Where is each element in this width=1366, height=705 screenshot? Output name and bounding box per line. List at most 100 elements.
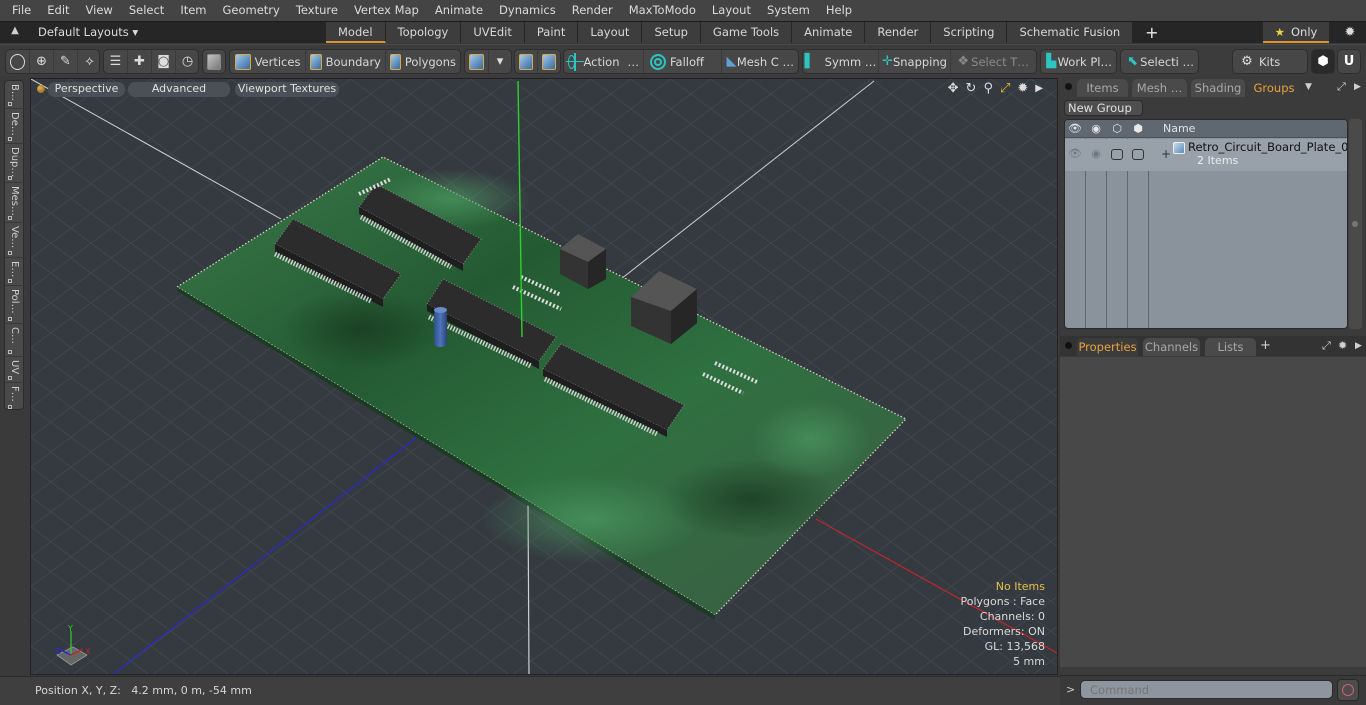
expand-right-icon[interactable]: ▶ [1035,81,1043,97]
default-layouts-dropdown[interactable]: Default Layouts ▾ [38,22,138,43]
maximize-icon[interactable]: ⤢ [1000,81,1010,97]
material-button[interactable] [465,50,489,73]
shading-mode-button[interactable]: Advanced [128,82,230,97]
boundary-button[interactable]: Boundary [306,50,386,73]
menu-texture[interactable]: Texture [288,0,346,21]
new-group-button[interactable]: New Group [1064,100,1143,116]
vtab-vertex[interactable]: Ve… [5,223,25,258]
row-lock-toggle[interactable] [1111,149,1123,160]
tab-items[interactable]: Items [1077,79,1128,97]
menu-edit[interactable]: Edit [39,0,77,21]
polygons-button[interactable]: Polygons [386,50,460,73]
stack-button[interactable]: ☰ [104,50,128,73]
mesh-constraint-button[interactable]: ◣ Mesh C … [722,50,798,73]
clock-button[interactable]: ◷ [176,50,199,73]
panel-expand-icon[interactable]: ▶ [1355,338,1362,354]
lasso-button[interactable]: ⟡ [78,50,101,73]
falloff-button[interactable]: Falloff [644,50,722,73]
vtab-mesh-edit[interactable]: Mes… [5,183,25,223]
tab-mesh[interactable]: Mesh … [1132,79,1187,97]
vtab-fusion[interactable]: F… [5,383,25,411]
tab-channels[interactable]: Channels [1143,338,1200,356]
record-macro-button[interactable] [1337,679,1359,701]
row-render-camera-icon[interactable]: ◉ [1086,147,1106,160]
menu-help[interactable]: Help [818,0,860,21]
tab-schematic-fusion[interactable]: Schematic Fusion [1007,22,1134,43]
row-visibility-eye-icon[interactable]: 👁 [1065,147,1085,160]
vtab-duplicate[interactable]: Dup… [5,144,25,183]
menu-render[interactable]: Render [564,0,621,21]
gear-icon[interactable]: ✹ [1340,22,1360,43]
tab-topology[interactable]: Topology [385,22,462,43]
vtab-curve[interactable]: C… [5,324,25,357]
gizmo-button-1[interactable] [515,50,538,73]
name-column-header[interactable]: Name [1163,122,1195,135]
kits-button[interactable]: ⚙ Kits [1233,50,1307,73]
group-row[interactable]: 👁 ◉ + Retro_Circuit_Board_Plate_0 … 2 It… [1065,139,1347,171]
cross-button[interactable]: ✚ [128,50,152,73]
item-mode-button[interactable] [203,50,225,73]
tab-properties[interactable]: Properties [1077,338,1138,356]
menu-view[interactable]: View [78,0,121,21]
menu-maxtomodo[interactable]: MaxToModo [621,0,704,21]
viewport-textures-button[interactable]: Viewport Textures [235,82,339,97]
collapse-up-icon[interactable]: ▲ [8,25,22,39]
modo-cube-button[interactable]: ⬢ [1311,49,1335,74]
add-tab-button[interactable]: + [1133,22,1158,43]
tab-model[interactable]: Model [326,22,386,43]
viewport-settings-icon[interactable]: ✹ [1017,81,1028,97]
pan-icon[interactable]: ✥ [948,81,959,97]
menu-layout[interactable]: Layout [704,0,759,21]
groups-list-scrollbar[interactable] [1349,119,1362,329]
viewport-options-icon[interactable] [37,85,45,93]
menu-system[interactable]: System [759,0,818,21]
command-input[interactable] [1080,680,1333,699]
vtab-deform[interactable]: De… [5,109,25,144]
tab-uvedit[interactable]: UVEdit [461,22,525,43]
gizmo-button-2[interactable] [538,50,560,73]
select-through-button[interactable]: ❖ Select T… [951,50,1033,73]
expand-group-icon[interactable]: + [1161,147,1171,161]
selection-sets-button[interactable]: ⬉ Selecti … [1121,50,1198,73]
tab-groups[interactable]: Groups [1249,79,1299,97]
vtab-basic[interactable]: B… [5,81,25,109]
menu-vertex-map[interactable]: Vertex Map [346,0,427,21]
tab-animate[interactable]: Animate [792,22,866,43]
tab-paint[interactable]: Paint [524,22,579,43]
zoom-icon[interactable]: ⚲ [983,81,993,97]
scroll-handle[interactable] [1352,221,1358,227]
work-plane-button[interactable]: ▙ Work Pl… [1041,50,1116,73]
vtab-polygon[interactable]: Pol… [5,286,25,324]
panel-expand-icon[interactable]: ▶ [1354,79,1361,95]
tab-game-tools[interactable]: Game Tools [700,22,793,43]
tab-render[interactable]: Render [865,22,932,43]
panel-maximize-icon[interactable]: ⤢ [1322,338,1331,354]
menu-file[interactable]: File [4,0,39,21]
action-center-button[interactable]: Action… [564,50,644,73]
row-select-toggle[interactable] [1132,149,1144,160]
view-mode-button[interactable]: Perspective [48,82,125,97]
panel-settings-gear-icon[interactable]: ✹ [1338,338,1347,354]
globe-button[interactable]: ⊕ [30,50,54,73]
menu-select[interactable]: Select [121,0,172,21]
panel-menu-icon[interactable] [1065,342,1072,349]
vertices-button[interactable]: Vertices [230,50,306,73]
3d-viewport[interactable]: Y X Z Perspective Advanced Viewport Text… [30,78,1058,675]
panel-maximize-icon[interactable]: ⤢ [1337,79,1346,95]
symmetry-button[interactable]: ▌ Symm … [803,50,879,73]
menu-geometry[interactable]: Geometry [215,0,288,21]
vtab-uv[interactable]: UV [5,357,25,383]
only-toggle[interactable]: ★ Only [1263,22,1329,43]
tab-lists[interactable]: Lists [1205,338,1256,356]
frame-button[interactable]: ◙ [152,50,176,73]
tab-shading[interactable]: Shading [1191,79,1245,97]
tab-scripting[interactable]: Scripting [931,22,1008,43]
snapping-button[interactable]: ✛ Snapping [879,50,951,73]
pen-button[interactable]: ✎ [54,50,78,73]
menu-item[interactable]: Item [172,0,214,21]
add-tab-button[interactable]: + [1260,338,1271,354]
menu-dynamics[interactable]: Dynamics [491,0,564,21]
tab-layout[interactable]: Layout [578,22,643,43]
material-dropdown[interactable]: ▾ [489,50,511,73]
circle-select-button[interactable] [6,50,30,73]
